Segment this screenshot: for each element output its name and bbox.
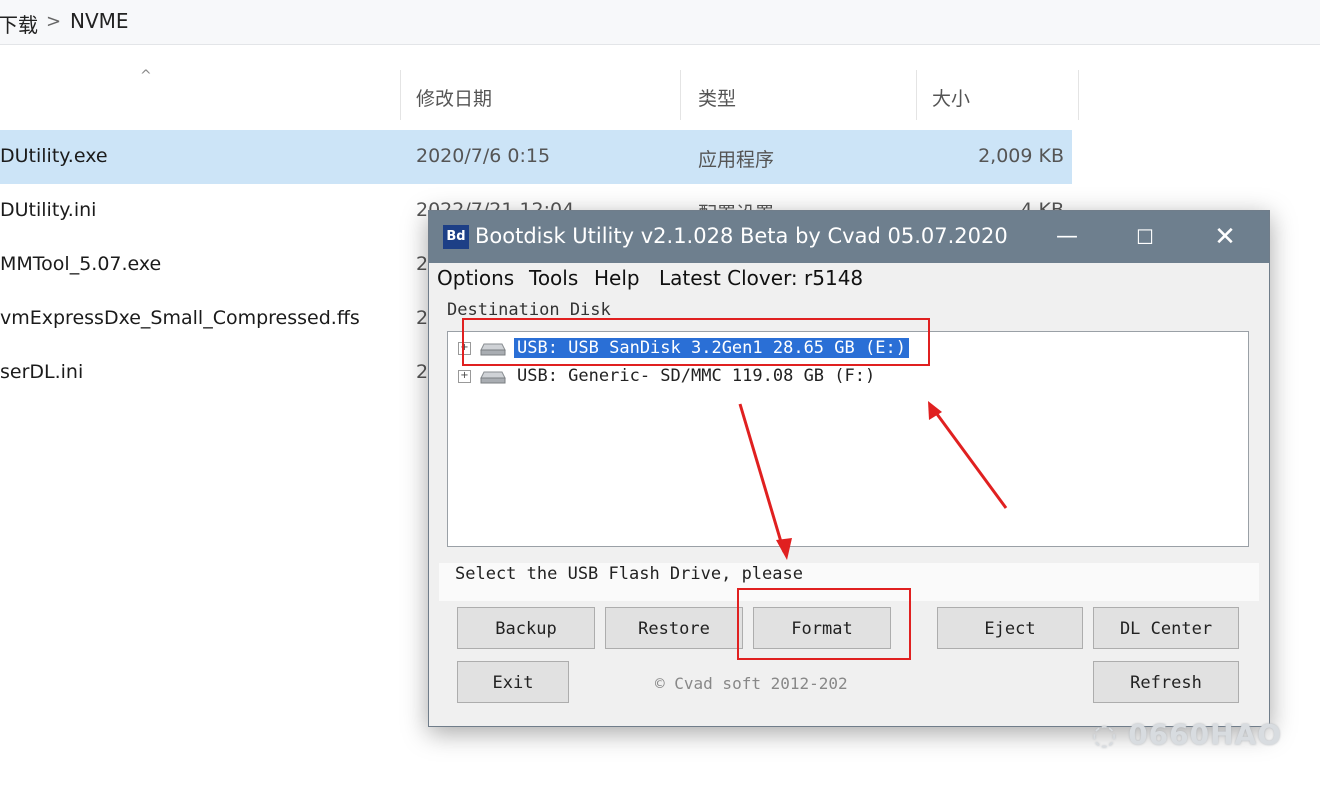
arrow-to-disk (932, 409, 1008, 509)
annotation-arrows (738, 401, 1008, 560)
arrowhead-format (776, 538, 792, 560)
watermark-text: 0660HAO (1128, 718, 1283, 751)
arrow-to-format (738, 403, 786, 553)
wechat-icon: ◌ (1092, 718, 1118, 751)
watermark-logo: ◌ 0660HAO (1092, 718, 1282, 751)
